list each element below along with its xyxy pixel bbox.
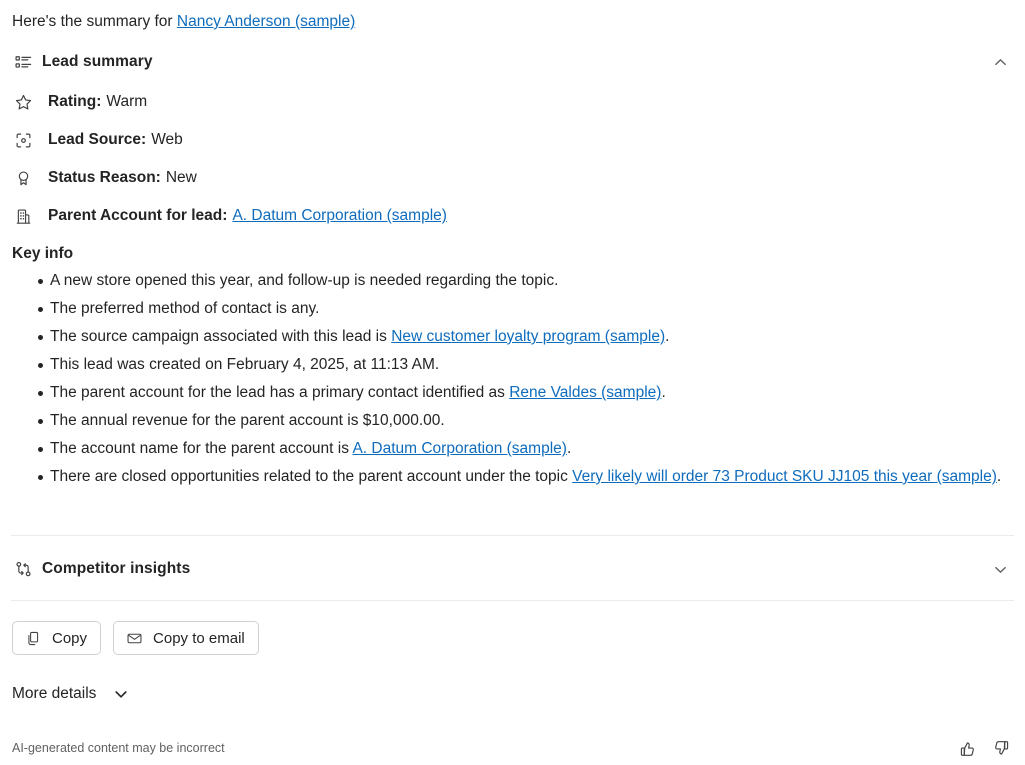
- key-info-bullet: This lead was created on February 4, 202…: [38, 351, 1025, 379]
- thumbs-up-icon[interactable]: [955, 736, 979, 760]
- field-value: Warm: [106, 93, 148, 110]
- field-row-parent-account: Parent Account for lead: A. Datum Corpor…: [12, 204, 447, 228]
- key-info-bullet: The parent account for the lead has a pr…: [38, 379, 1025, 407]
- copy-button-label: Copy: [52, 629, 88, 647]
- key-info-text: .: [665, 328, 670, 345]
- key-info-link[interactable]: A. Datum Corporation (sample): [352, 440, 567, 457]
- copy-to-email-button[interactable]: Copy to email: [113, 621, 259, 655]
- bulleted-list-icon: [12, 51, 34, 73]
- key-info-text: The account name for the parent account …: [50, 440, 353, 457]
- target-icon: [12, 129, 34, 151]
- key-info-link[interactable]: New customer loyalty program (sample): [391, 328, 665, 345]
- intro-line: Here's the summary for Nancy Anderson (s…: [12, 11, 355, 33]
- field-label: Lead Source:: [48, 131, 147, 148]
- copy-icon: [24, 629, 43, 648]
- feedback-buttons: [955, 736, 1013, 760]
- ribbon-icon: [12, 167, 34, 189]
- field-label: Rating:: [48, 93, 102, 110]
- key-info-bullet: The preferred method of contact is any.: [38, 295, 1025, 323]
- key-info-bullet: The annual revenue for the parent accoun…: [38, 407, 1025, 435]
- field-row-lead-source: Lead Source: Web: [12, 128, 183, 152]
- key-info-text: The parent account for the lead has a pr…: [50, 384, 510, 401]
- star-icon: [12, 91, 34, 113]
- key-info-link[interactable]: Very likely will order 73 Product SKU JJ…: [572, 468, 997, 485]
- thumbs-down-icon[interactable]: [989, 736, 1013, 760]
- key-info-text: A new store opened this year, and follow…: [50, 272, 559, 289]
- section-header-lead-summary[interactable]: Lead summary: [12, 47, 1013, 77]
- divider-above-competitor-insights: [11, 535, 1014, 536]
- key-info-list: A new store opened this year, and follow…: [12, 267, 1025, 491]
- section-title-lead-summary: Lead summary: [42, 53, 153, 70]
- key-info-bullet: The source campaign associated with this…: [38, 323, 1025, 351]
- key-info-text: The preferred method of contact is any.: [50, 300, 320, 317]
- chevron-up-icon[interactable]: [987, 49, 1013, 75]
- intro-prefix: Here's the summary for: [12, 13, 177, 30]
- field-label: Status Reason:: [48, 169, 161, 186]
- mail-icon: [125, 629, 144, 648]
- copy-to-email-button-label: Copy to email: [153, 629, 245, 647]
- key-info-text: The source campaign associated with this…: [50, 328, 392, 345]
- key-info-bullet: The account name for the parent account …: [38, 435, 1025, 463]
- key-info-text: .: [996, 468, 1002, 485]
- key-info-text: .: [566, 440, 572, 457]
- section-title-competitor-insights: Competitor insights: [42, 560, 191, 577]
- parent-account-link[interactable]: A. Datum Corporation (sample): [232, 204, 447, 228]
- more-details-label: More details: [12, 685, 97, 702]
- field-value: Web: [151, 131, 183, 148]
- divider-below-competitor-insights: [11, 600, 1014, 601]
- key-info-text: .: [661, 384, 666, 401]
- key-info-text: This lead was created on February 4, 202…: [50, 356, 440, 373]
- key-info-bullet: There are closed opportunities related t…: [38, 463, 1025, 491]
- action-button-row: Copy Copy to email: [12, 621, 259, 655]
- more-details-toggle[interactable]: More details: [12, 682, 132, 706]
- field-label: Parent Account for lead:: [48, 207, 228, 224]
- key-info-heading: Key info: [12, 245, 74, 262]
- lead-summary-panel: Here's the summary for Nancy Anderson (s…: [0, 0, 1025, 765]
- chevron-down-icon: [110, 683, 132, 705]
- field-row-status-reason: Status Reason: New: [12, 166, 197, 190]
- key-info-link[interactable]: Rene Valdes (sample): [509, 384, 661, 401]
- chevron-down-icon[interactable]: [987, 556, 1013, 582]
- building-icon: [12, 205, 34, 227]
- copy-button[interactable]: Copy: [12, 621, 102, 655]
- key-info-text: The annual revenue for the parent accoun…: [50, 412, 445, 429]
- lead-record-link[interactable]: Nancy Anderson (sample): [177, 13, 355, 30]
- branch-compare-icon: [12, 558, 34, 580]
- section-header-competitor-insights[interactable]: Competitor insights: [12, 554, 1013, 584]
- key-info-text: There are closed opportunities related t…: [50, 468, 573, 485]
- ai-disclaimer: AI-generated content may be incorrect: [12, 741, 225, 755]
- field-row-rating: Rating: Warm: [12, 90, 147, 114]
- key-info-bullet: A new store opened this year, and follow…: [38, 267, 1025, 295]
- field-value: New: [165, 169, 197, 186]
